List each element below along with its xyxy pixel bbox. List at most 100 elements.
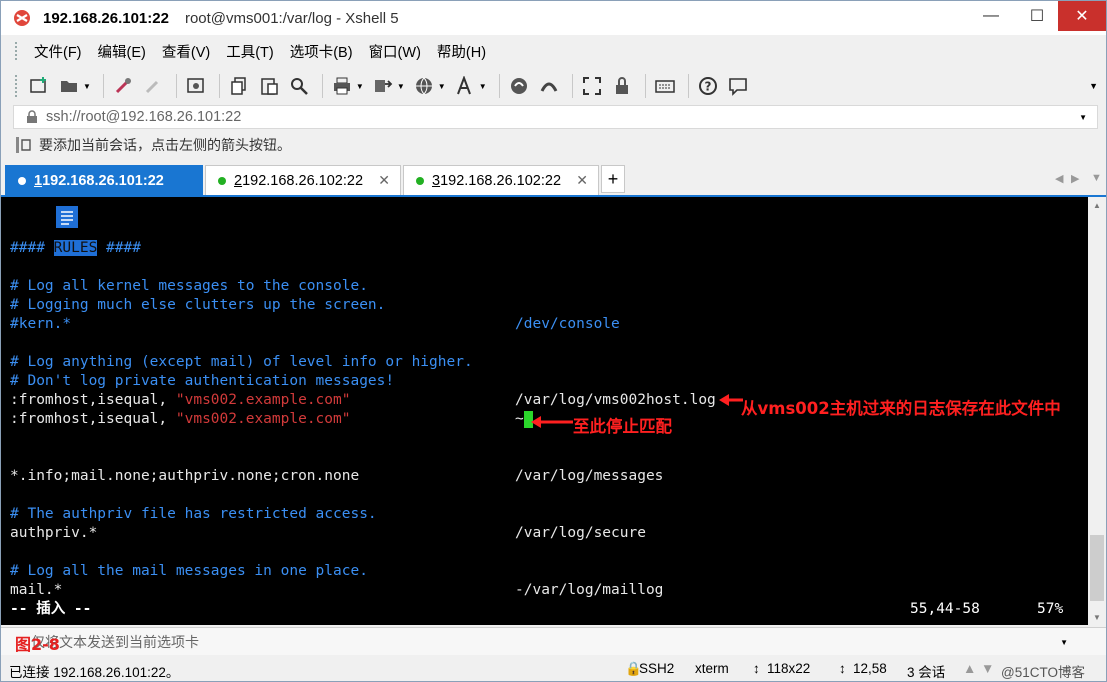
terminal-line: /var/log/vms002host.log: [515, 392, 716, 408]
menu-edit[interactable]: 编辑(E): [90, 41, 154, 62]
tab-close-icon[interactable]: ✕: [576, 172, 588, 189]
minimize-button[interactable]: —: [968, 1, 1014, 31]
terminal-line: /dev/console: [515, 316, 620, 332]
fullscreen-icon[interactable]: [579, 73, 605, 99]
status-next-icon[interactable]: ▼: [981, 661, 994, 676]
cursor-position-status: 12,58: [853, 661, 887, 676]
terminal-line: # Log all kernel messages to the console…: [10, 278, 368, 294]
tab-session-3[interactable]: 3 192.168.26.102:22 ✕: [403, 165, 599, 195]
scroll-down-icon[interactable]: ▼: [1088, 609, 1106, 625]
terminal-line: /var/log/secure: [515, 525, 646, 541]
watermark: @51CTO博客: [1001, 665, 1085, 680]
tab-number: 3: [432, 172, 441, 189]
tab-next-icon[interactable]: ▶: [1071, 172, 1079, 185]
tab-bar: 1 192.168.26.101:22 2 192.168.26.102:22 …: [1, 163, 1106, 197]
connected-dot-icon: [416, 176, 424, 185]
maximize-button[interactable]: ☐: [1014, 1, 1060, 31]
globe-icon[interactable]: [411, 73, 437, 99]
tab-prev-icon[interactable]: ◀: [1055, 172, 1063, 185]
scroll-up-icon[interactable]: ▲: [1088, 197, 1106, 213]
new-tab-button[interactable]: +: [601, 165, 625, 193]
transfer-dropdown-icon[interactable]: ▼: [397, 82, 405, 91]
tab-list-icon[interactable]: ▼: [1091, 172, 1102, 184]
xshell-logo-icon: [14, 10, 30, 26]
disconnect-icon[interactable]: [140, 73, 166, 99]
keyboard-icon[interactable]: [652, 73, 678, 99]
tab-number: 2: [234, 172, 243, 189]
menu-view[interactable]: 查看(V): [154, 41, 218, 62]
compose-dropdown-icon[interactable]: ▼: [1060, 638, 1068, 647]
menu-grip: [15, 42, 18, 60]
find-icon[interactable]: [286, 73, 312, 99]
session-hint-text: 要添加当前会话，点击左侧的箭头按钮。: [39, 137, 291, 153]
terminal-scrollbar[interactable]: ▲ ▼: [1088, 197, 1106, 625]
print-dropdown-icon[interactable]: ▼: [356, 82, 364, 91]
status-bar: 已连接 192.168.26.101:22。 🔒 SSH2 xterm ↕ 11…: [1, 657, 1106, 681]
new-session-icon[interactable]: [26, 73, 52, 99]
annotation-arrow-icon: [531, 416, 573, 428]
scrollbar-thumb[interactable]: [1090, 535, 1104, 601]
print-icon[interactable]: [329, 73, 355, 99]
tab-close-icon[interactable]: ✕: [378, 172, 390, 189]
resize-icon: ↕: [753, 661, 760, 676]
vim-cursor-position: 55,44-58: [910, 601, 980, 617]
help-icon[interactable]: ?: [695, 73, 721, 99]
address-input[interactable]: ssh://root@192.168.26.101:22: [46, 109, 241, 125]
terminal-line: # The authpriv file has restricted acces…: [10, 506, 377, 522]
open-folder-icon[interactable]: [56, 73, 82, 99]
terminal-line: -/var/log/maillog: [515, 582, 664, 598]
window-title: root@vms001:/var/log - Xshell 5: [184, 9, 399, 27]
menu-file[interactable]: 文件(F): [26, 41, 90, 62]
transfer-icon[interactable]: [370, 73, 396, 99]
menu-tabs[interactable]: 选项卡(B): [282, 41, 361, 62]
terminal-line: #### RULES ####: [10, 240, 141, 256]
address-lock-icon: [27, 110, 37, 123]
tab-session-1[interactable]: 1 192.168.26.101:22: [5, 165, 203, 195]
window-title-host: 192.168.26.101:22: [43, 9, 169, 27]
open-dropdown-icon[interactable]: ▼: [83, 82, 91, 91]
tab-number: 1: [34, 172, 43, 189]
annotation-arrow-icon: [719, 394, 743, 406]
add-session-arrow-icon[interactable]: [15, 136, 33, 154]
toolbar: ▼ ▼ ▼ ▼ ▼ ? ▼: [1, 69, 1106, 103]
menu-tools[interactable]: 工具(T): [218, 41, 282, 62]
close-button[interactable]: ✕: [1058, 1, 1106, 31]
terminal-line: # Log anything (except mail) of level in…: [10, 354, 473, 370]
annotation-stop-match: 至此停止匹配: [573, 417, 672, 436]
annotation-log-file: 从vms002主机过来的日志保存在此文件中: [741, 399, 1061, 418]
xftp-icon[interactable]: [506, 73, 532, 99]
address-bar[interactable]: ssh://root@192.168.26.101:22 ▼: [13, 105, 1098, 129]
menu-help[interactable]: 帮助(H): [429, 41, 494, 62]
copy-icon[interactable]: [226, 73, 252, 99]
connect-icon[interactable]: [110, 73, 136, 99]
tunnel-icon[interactable]: [536, 73, 562, 99]
compose-bar[interactable]: 仅将文本发送到当前选项卡 ▼: [1, 627, 1106, 655]
connected-dot-icon: [18, 176, 26, 185]
tab-label: 192.168.26.102:22: [440, 172, 562, 189]
chat-icon[interactable]: [725, 73, 751, 99]
paste-icon[interactable]: [256, 73, 282, 99]
address-dropdown-icon[interactable]: ▼: [1079, 113, 1087, 122]
tab-session-2[interactable]: 2 192.168.26.102:22 ✕: [205, 165, 401, 195]
menu-bar: 文件(F) 编辑(E) 查看(V) 工具(T) 选项卡(B) 窗口(W) 帮助(…: [1, 37, 1106, 65]
toolbar-overflow-icon[interactable]: ▼: [1089, 81, 1098, 91]
status-prev-icon[interactable]: ▲: [963, 661, 976, 676]
font-icon[interactable]: [452, 73, 478, 99]
lock-icon[interactable]: [609, 73, 635, 99]
svg-text:?: ?: [704, 80, 711, 94]
terminal-line: # Don't log private authentication messa…: [10, 373, 395, 389]
tab-label: 192.168.26.102:22: [242, 172, 364, 189]
terminal-line: mail.*: [10, 582, 63, 598]
terminal-line: # Log all the mail messages in one place…: [10, 563, 368, 579]
search-highlight: RULES: [53, 240, 98, 256]
globe-dropdown-icon[interactable]: ▼: [438, 82, 446, 91]
cursor-position-icon: ↕: [839, 661, 846, 676]
terminal-line: #kern.*: [10, 316, 72, 332]
terminal-line: :fromhost,isequal, "vms002.example.com": [10, 392, 351, 408]
terminal-area[interactable]: #### RULES #### # Log all kernel message…: [1, 197, 1088, 625]
vim-mode-indicator: -- 插入 --: [10, 601, 92, 617]
terminal-line: :fromhost,isequal, "vms002.example.com": [10, 411, 351, 427]
menu-window[interactable]: 窗口(W): [361, 41, 429, 62]
properties-icon[interactable]: [183, 73, 209, 99]
font-dropdown-icon[interactable]: ▼: [479, 82, 487, 91]
